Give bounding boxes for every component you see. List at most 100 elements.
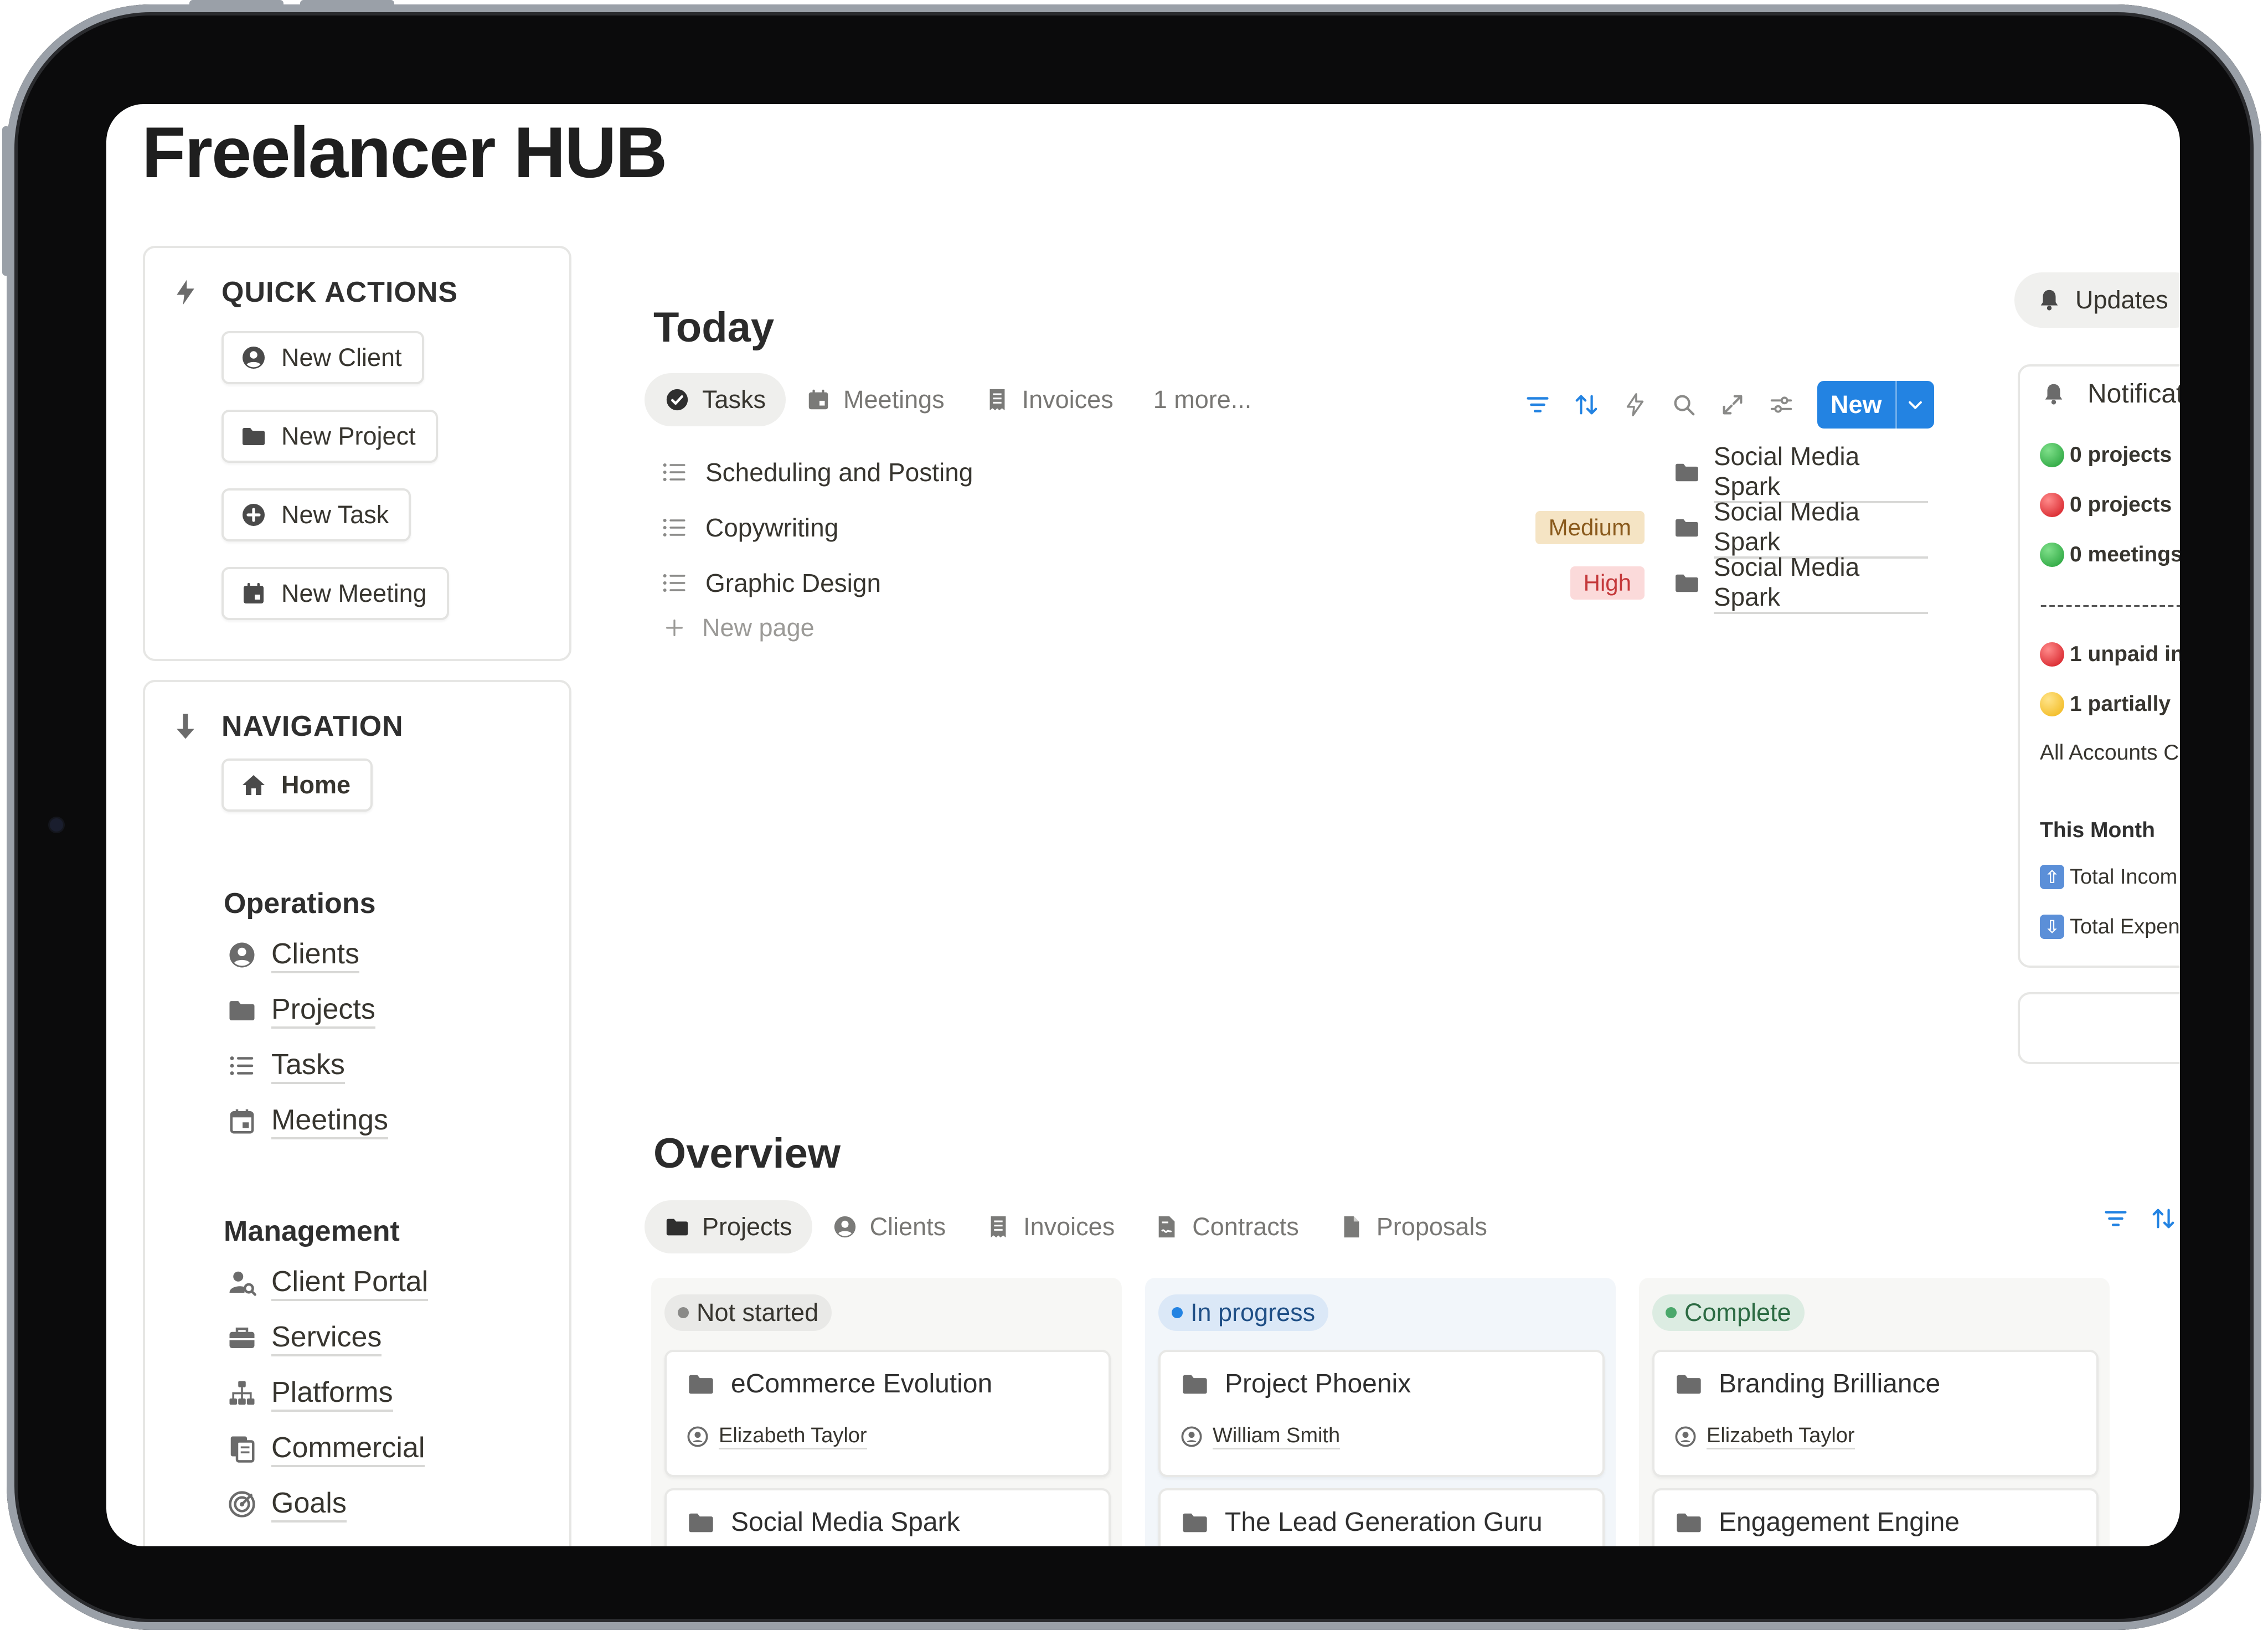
settings-sliders-icon[interactable] (1769, 392, 1794, 417)
folder-icon (1676, 463, 1698, 482)
tab-invoices[interactable]: Invoices (966, 1200, 1135, 1253)
nav-client-portal-label: Client Portal (271, 1265, 429, 1302)
volume-button (189, 0, 284, 8)
project-card[interactable]: Branding Brilliance Elizabeth Taylor (1652, 1350, 2099, 1477)
nav-item-client-portal[interactable]: Client Portal (227, 1265, 429, 1302)
nav-item-goals[interactable]: Goals (227, 1486, 347, 1523)
total-expenses-label: Total Expen (2070, 915, 2180, 938)
status-badge: Not started (664, 1294, 832, 1331)
new-page-label: New page (702, 613, 815, 642)
card-title: Engagement Engine (1719, 1508, 1960, 1537)
project-card[interactable]: The Lead Generation Guru (1158, 1488, 1605, 1546)
new-button-label: New (1831, 390, 1882, 419)
nav-goals-label: Goals (271, 1486, 347, 1523)
list-icon (230, 1056, 254, 1076)
navigation-header: NAVIGATION (171, 710, 404, 743)
new-task-button[interactable]: New Task (221, 488, 411, 541)
plus-icon (666, 620, 683, 636)
nav-item-meetings[interactable]: Meetings (227, 1103, 388, 1140)
divider-line: -------------------- (2040, 592, 2180, 617)
status-dot-green-icon (2040, 543, 2064, 567)
all-accounts-link[interactable]: All Accounts C (2040, 741, 2179, 765)
task-row[interactable]: Scheduling and Posting Social Media Spar… (660, 442, 1928, 503)
sort-icon[interactable] (2151, 1206, 2176, 1231)
tab-meetings[interactable]: Meetings (786, 373, 965, 426)
nav-item-projects[interactable]: Projects (227, 992, 375, 1029)
home-label: Home (281, 771, 351, 799)
user-circle-icon (243, 347, 265, 369)
today-title: Today (653, 304, 775, 351)
project-card[interactable]: eCommerce Evolution Elizabeth Taylor (664, 1350, 1111, 1477)
secondary-panel (2018, 992, 2180, 1064)
tab-invoices[interactable]: Invoices (965, 373, 1133, 426)
card-client[interactable]: Elizabeth Taylor (719, 1424, 867, 1449)
task-row[interactable]: Graphic Design High Social Media Spark (660, 553, 1928, 614)
filter-icon[interactable] (2103, 1206, 2128, 1231)
task-row[interactable]: Copywriting Medium Social Media Spark (660, 497, 1928, 559)
folder-icon (1677, 1375, 1701, 1394)
notification-item: 0 meetings (2040, 543, 2180, 567)
task-project-label: Social Media Spark (1713, 441, 1928, 503)
tab-projects[interactable]: Projects (645, 1200, 812, 1253)
nav-item-platforms[interactable]: Platforms (227, 1375, 393, 1412)
project-card[interactable]: Project Phoenix William Smith (1158, 1350, 1605, 1477)
nav-item-tasks[interactable]: Tasks (227, 1047, 345, 1085)
search-icon[interactable] (1671, 392, 1697, 417)
navigation-panel: NAVIGATION Home Operations Clients Proje… (143, 680, 571, 1546)
notifications-panel: Notifications 0 projects 0 projects 0 me… (2018, 364, 2180, 968)
tab-contracts[interactable]: Contracts (1135, 1200, 1319, 1253)
total-income: ⇧ Total Incom (2040, 865, 2177, 889)
tab-tasks[interactable]: Tasks (645, 373, 786, 426)
notification-text: 0 meetings (2070, 543, 2180, 566)
list-icon (663, 518, 685, 537)
nav-item-commercial[interactable]: Commercial (227, 1431, 425, 1468)
task-project-link[interactable]: Social Media Spark (1673, 552, 1928, 614)
tab-projects-label: Projects (702, 1212, 792, 1241)
camera (50, 818, 63, 832)
folder-icon (243, 428, 265, 445)
notifications-title: Notifications (2087, 379, 2180, 409)
overview-title: Overview (653, 1130, 841, 1177)
sort-icon[interactable] (1574, 392, 1599, 417)
card-title: Branding Brilliance (1719, 1369, 1941, 1398)
user-circle-icon (229, 942, 255, 968)
new-page-button[interactable]: New page (663, 613, 815, 642)
project-card[interactable]: Social Media Spark (664, 1488, 1111, 1546)
project-card[interactable]: Engagement Engine (1652, 1488, 2099, 1546)
new-project-button[interactable]: New Project (221, 410, 438, 463)
arrow-down-icon (177, 714, 194, 739)
notification-text: 0 projects (2070, 493, 2172, 517)
status-label: Not started (697, 1298, 819, 1327)
lightning-icon[interactable] (1622, 392, 1648, 417)
tab-contracts-label: Contracts (1192, 1212, 1299, 1241)
status-dot-red-icon (2040, 642, 2064, 667)
priority-badge: High (1570, 566, 1645, 600)
status-badge: Complete (1652, 1294, 1805, 1331)
new-meeting-button[interactable]: New Meeting (221, 567, 449, 620)
tab-more[interactable]: 1 more... (1133, 373, 1272, 426)
target-icon (229, 1491, 255, 1518)
filter-icon[interactable] (1525, 392, 1550, 417)
notifications-header: Notifications (2041, 379, 2180, 409)
lightning-icon (177, 280, 194, 305)
home-button[interactable]: Home (221, 758, 373, 812)
task-project-link[interactable]: Social Media Spark (1673, 497, 1928, 559)
sitemap-icon (229, 1381, 255, 1405)
tab-proposals[interactable]: Proposals (1319, 1200, 1507, 1253)
nav-item-clients[interactable]: Clients (227, 937, 359, 974)
nav-item-services[interactable]: Services (227, 1320, 382, 1357)
nav-tasks-label: Tasks (271, 1047, 345, 1085)
expand-icon[interactable] (1720, 392, 1745, 417)
tab-clients[interactable]: Clients (812, 1200, 966, 1253)
card-client[interactable]: Elizabeth Taylor (1707, 1424, 1855, 1449)
task-project-link[interactable]: Social Media Spark (1673, 441, 1928, 503)
card-client[interactable]: William Smith (1213, 1424, 1341, 1449)
new-button[interactable]: New (1817, 381, 1934, 429)
new-dropdown-toggle[interactable] (1895, 381, 1934, 429)
new-client-button[interactable]: New Client (221, 331, 424, 384)
user-circle-icon (687, 1426, 708, 1447)
chevron-down-icon (1909, 401, 1922, 409)
updates-button[interactable]: Updates (2014, 272, 2180, 328)
bell-icon (2040, 290, 2058, 311)
quick-actions-title: QUICK ACTIONS (221, 276, 458, 308)
